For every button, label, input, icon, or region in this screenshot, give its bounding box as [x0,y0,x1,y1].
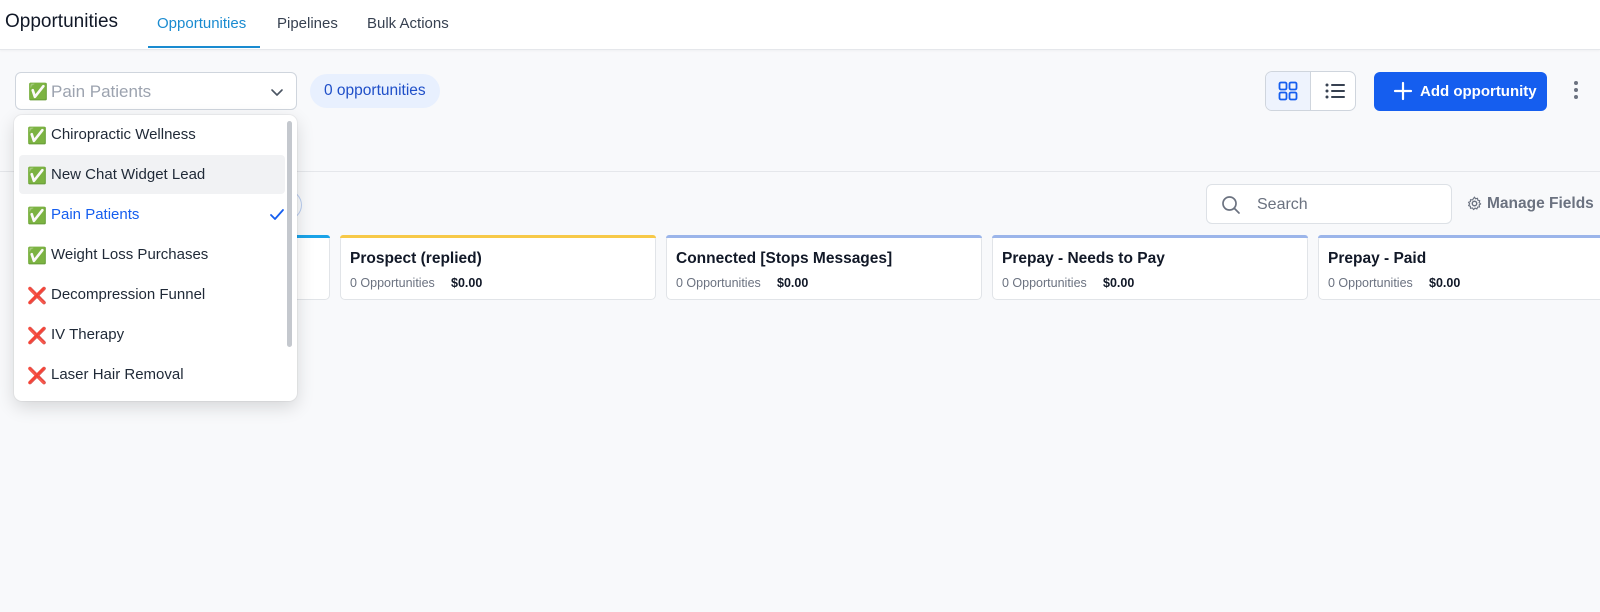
pipeline-select-value: Pain Patients [51,82,152,101]
stage-name: Prepay - Paid [1328,250,1427,267]
view-toggle [1265,71,1356,111]
gear-icon [1467,196,1482,211]
stage-name: Connected [Stops Messages] [676,250,893,267]
search-input[interactable] [1257,194,1437,216]
page-title: Opportunities [5,11,119,32]
grid-icon [1278,81,1298,101]
stage-count: 0 Opportunities [676,276,761,290]
add-opportunity-label: Add opportunity [1420,83,1537,100]
stage-name: Prospect (replied) [350,250,482,267]
checkmark-icon [270,209,284,220]
active-status-icon: ✅ [28,84,48,101]
stage-color-bar [666,235,982,238]
stage-column: Prepay - Needs to Pay 0 Opportunities $0… [992,235,1308,300]
pipeline-option-label: Decompression Funnel [51,286,206,303]
active-tab-indicator [148,46,260,48]
stage-column: Prepay - Paid 0 Opportunities $0.00 [1318,235,1600,300]
manage-fields-label: Manage Fields [1487,195,1594,212]
more-options-icon[interactable] [1570,79,1582,103]
pipeline-option[interactable]: ✅ Weight Loss Purchases [19,235,285,274]
stage-amount: $0.00 [451,276,483,290]
pipeline-option-label: New Chat Widget Lead [51,166,206,183]
stage-amount: $0.00 [777,276,809,290]
status-icon: ❌ [27,328,47,345]
add-opportunity-button[interactable]: Add opportunity [1374,72,1547,111]
pipeline-option[interactable]: ✅ Chiropractic Wellness [19,115,285,154]
pipeline-option[interactable]: ❌ Decompression Funnel [19,275,285,314]
stage-column: Connected [Stops Messages] 0 Opportuniti… [666,235,982,300]
top-nav-bar: Opportunities Opportunities Pipelines Bu… [0,0,1600,50]
pipeline-option-label: Laser Hair Removal [51,366,184,383]
opportunity-count-badge: 0 opportunities [310,74,440,108]
stage-count: 0 Opportunities [350,276,435,290]
tab-bulk-actions[interactable]: Bulk Actions [367,15,449,32]
stage-name: Prepay - Needs to Pay [1002,250,1165,267]
search-box [1206,184,1452,224]
status-icon: ❌ [27,368,47,385]
search-icon [1222,196,1240,214]
status-icon: ✅ [27,128,47,145]
chevron-down-icon [271,89,283,96]
tab-pipelines[interactable]: Pipelines [277,15,338,32]
pipeline-select[interactable]: ✅ Pain Patients [15,72,297,110]
pipeline-option-label: Chiropractic Wellness [51,126,196,143]
list-icon [1325,83,1345,99]
status-icon: ❌ [27,288,47,305]
tab-opportunities[interactable]: Opportunities [157,15,246,32]
pipeline-option-selected[interactable]: ✅ Pain Patients [19,195,285,234]
pipeline-option[interactable]: ❌ Laser Hair Removal [19,355,285,394]
stage-color-bar [340,235,656,238]
stage-color-bar [1318,235,1600,238]
plus-icon [1393,81,1413,101]
pipeline-option[interactable]: ✅ New Chat Widget Lead [19,155,285,194]
pipeline-option-label: IV Therapy [51,326,125,343]
status-icon: ✅ [27,168,47,185]
stage-color-bar [992,235,1308,238]
status-icon: ✅ [27,208,47,225]
stage-amount: $0.00 [1429,276,1461,290]
stage-count: 0 Opportunities [1328,276,1413,290]
pipeline-dropdown-menu: ✅ Chiropractic Wellness ✅ New Chat Widge… [14,115,297,401]
pipeline-option-label: Weight Loss Purchases [51,246,209,263]
status-icon: ✅ [27,248,47,265]
list-view-button[interactable] [1312,72,1355,110]
dropdown-scrollbar[interactable] [287,121,292,347]
grid-view-button[interactable] [1266,72,1311,110]
pipeline-option[interactable]: ❌ IV Therapy [19,315,285,354]
stage-amount: $0.00 [1103,276,1135,290]
stage-count: 0 Opportunities [1002,276,1087,290]
stage-column: Prospect (replied) 0 Opportunities $0.00 [340,235,656,300]
pipeline-option-label: Pain Patients [51,206,140,223]
